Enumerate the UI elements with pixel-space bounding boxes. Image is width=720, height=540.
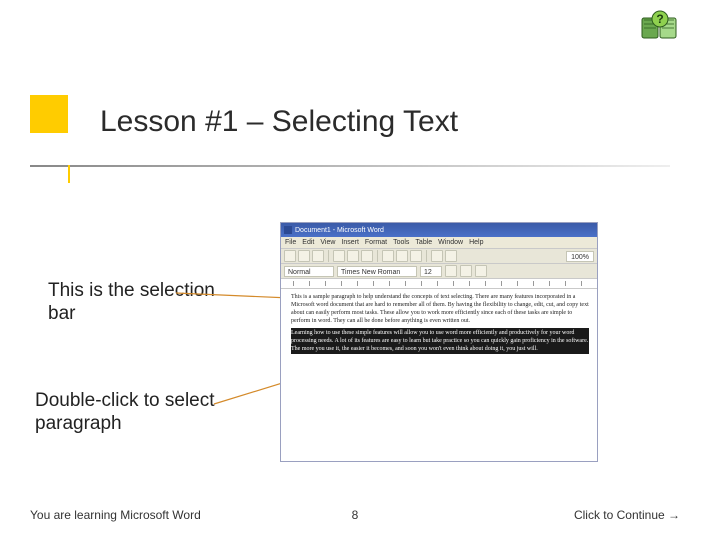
word-titlebar-text: Document1 - Microsoft Word xyxy=(295,227,384,234)
slide-footer: You are learning Microsoft Word 8 Click … xyxy=(30,508,680,522)
menu-edit[interactable]: Edit xyxy=(302,239,314,246)
print-icon[interactable] xyxy=(333,250,345,262)
slide-title-block: Lesson #1 – Selecting Text xyxy=(30,95,690,185)
new-doc-icon[interactable] xyxy=(284,250,296,262)
cut-icon[interactable] xyxy=(382,250,394,262)
redo-icon[interactable] xyxy=(445,250,457,262)
callout-double-click: Double-click to select paragraph xyxy=(35,390,245,436)
preview-icon[interactable] xyxy=(347,250,359,262)
undo-icon[interactable] xyxy=(431,250,443,262)
menu-table[interactable]: Table xyxy=(415,239,432,246)
word-menubar[interactable]: File Edit View Insert Format Tools Table… xyxy=(281,237,597,249)
callout-selection-bar: This is the selection bar xyxy=(48,280,218,326)
spellcheck-icon[interactable] xyxy=(361,250,373,262)
title-tick xyxy=(68,165,70,183)
slide-title: Lesson #1 – Selecting Text xyxy=(100,105,458,139)
svg-text:?: ? xyxy=(656,12,663,26)
save-icon[interactable] xyxy=(312,250,324,262)
menu-tools[interactable]: Tools xyxy=(393,239,409,246)
title-accent-square xyxy=(30,95,68,133)
underline-icon[interactable] xyxy=(475,265,487,277)
click-to-continue[interactable]: Click to Continue → xyxy=(574,508,680,522)
word-format-toolbar: Normal Times New Roman 12 xyxy=(281,264,597,279)
toolbar-sep xyxy=(377,250,378,262)
zoom-selector[interactable]: 100% xyxy=(566,251,594,262)
word-titlebar: Document1 - Microsoft Word xyxy=(281,223,597,237)
footer-page-number: 8 xyxy=(352,508,359,522)
menu-help[interactable]: Help xyxy=(469,239,483,246)
style-selector[interactable]: Normal xyxy=(284,266,334,277)
menu-format[interactable]: Format xyxy=(365,239,387,246)
toolbar-sep xyxy=(328,250,329,262)
copy-icon[interactable] xyxy=(396,250,408,262)
open-icon[interactable] xyxy=(298,250,310,262)
footer-left: You are learning Microsoft Word xyxy=(30,508,201,522)
menu-insert[interactable]: Insert xyxy=(341,239,359,246)
paste-icon[interactable] xyxy=(410,250,422,262)
title-underline xyxy=(30,165,670,167)
menu-window[interactable]: Window xyxy=(438,239,463,246)
menu-view[interactable]: View xyxy=(320,239,335,246)
toolbar-sep xyxy=(426,250,427,262)
word-ruler[interactable] xyxy=(281,279,597,289)
font-selector[interactable]: Times New Roman xyxy=(337,266,417,277)
bold-icon[interactable] xyxy=(445,265,457,277)
word-window: Document1 - Microsoft Word File Edit Vie… xyxy=(280,222,598,462)
word-app-icon xyxy=(284,226,292,234)
word-standard-toolbar: 100% xyxy=(281,249,597,264)
italic-icon[interactable] xyxy=(460,265,472,277)
font-size-selector[interactable]: 12 xyxy=(420,266,442,277)
menu-file[interactable]: File xyxy=(285,239,296,246)
word-document-area[interactable]: This is a sample paragraph to help under… xyxy=(281,289,597,461)
help-book-icon: ? xyxy=(640,10,680,42)
paragraph-selected[interactable]: Learning how to use these simple feature… xyxy=(291,328,589,354)
paragraph-unselected[interactable]: This is a sample paragraph to help under… xyxy=(291,293,589,325)
